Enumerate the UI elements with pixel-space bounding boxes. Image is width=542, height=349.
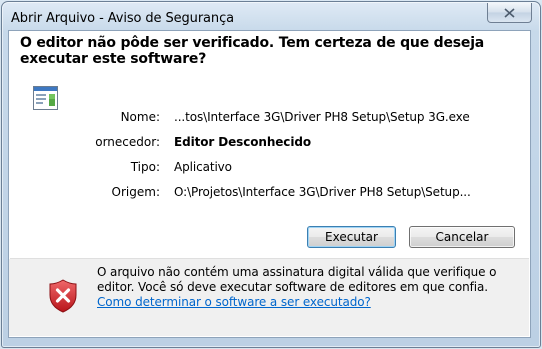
warning-heading: O editor não pôde ser verificado. Tem ce… — [20, 35, 485, 67]
name-value: ...tos\Interface 3G\Driver PH8 Setup\Set… — [174, 110, 470, 124]
shield-error-icon — [49, 279, 77, 313]
footer-text: O arquivo não contém uma assinatura digi… — [97, 265, 497, 294]
name-label: Nome: — [120, 110, 160, 124]
origin-value: O:\Projetos\Interface 3G\Driver PH8 Setu… — [174, 185, 471, 199]
publisher-value: Editor Desconhecido — [174, 135, 311, 149]
application-icon — [33, 86, 58, 110]
type-value: Aplicativo — [174, 160, 232, 174]
run-button[interactable]: Executar — [307, 226, 396, 248]
footer-message: O arquivo não contém uma assinatura digi… — [97, 265, 522, 310]
type-label: Tipo: — [130, 160, 160, 174]
dialog-title: Abrir Arquivo - Aviso de Segurança — [11, 11, 234, 26]
origin-label: Origem: — [111, 185, 160, 199]
cancel-button[interactable]: Cancelar — [409, 226, 515, 248]
title-bar[interactable]: Abrir Arquivo - Aviso de Segurança — [2, 2, 540, 32]
help-link[interactable]: Como determinar o software a ser executa… — [97, 295, 371, 309]
close-button[interactable] — [487, 3, 532, 23]
publisher-label: ornecedor: — [95, 135, 160, 149]
close-icon — [504, 7, 515, 18]
